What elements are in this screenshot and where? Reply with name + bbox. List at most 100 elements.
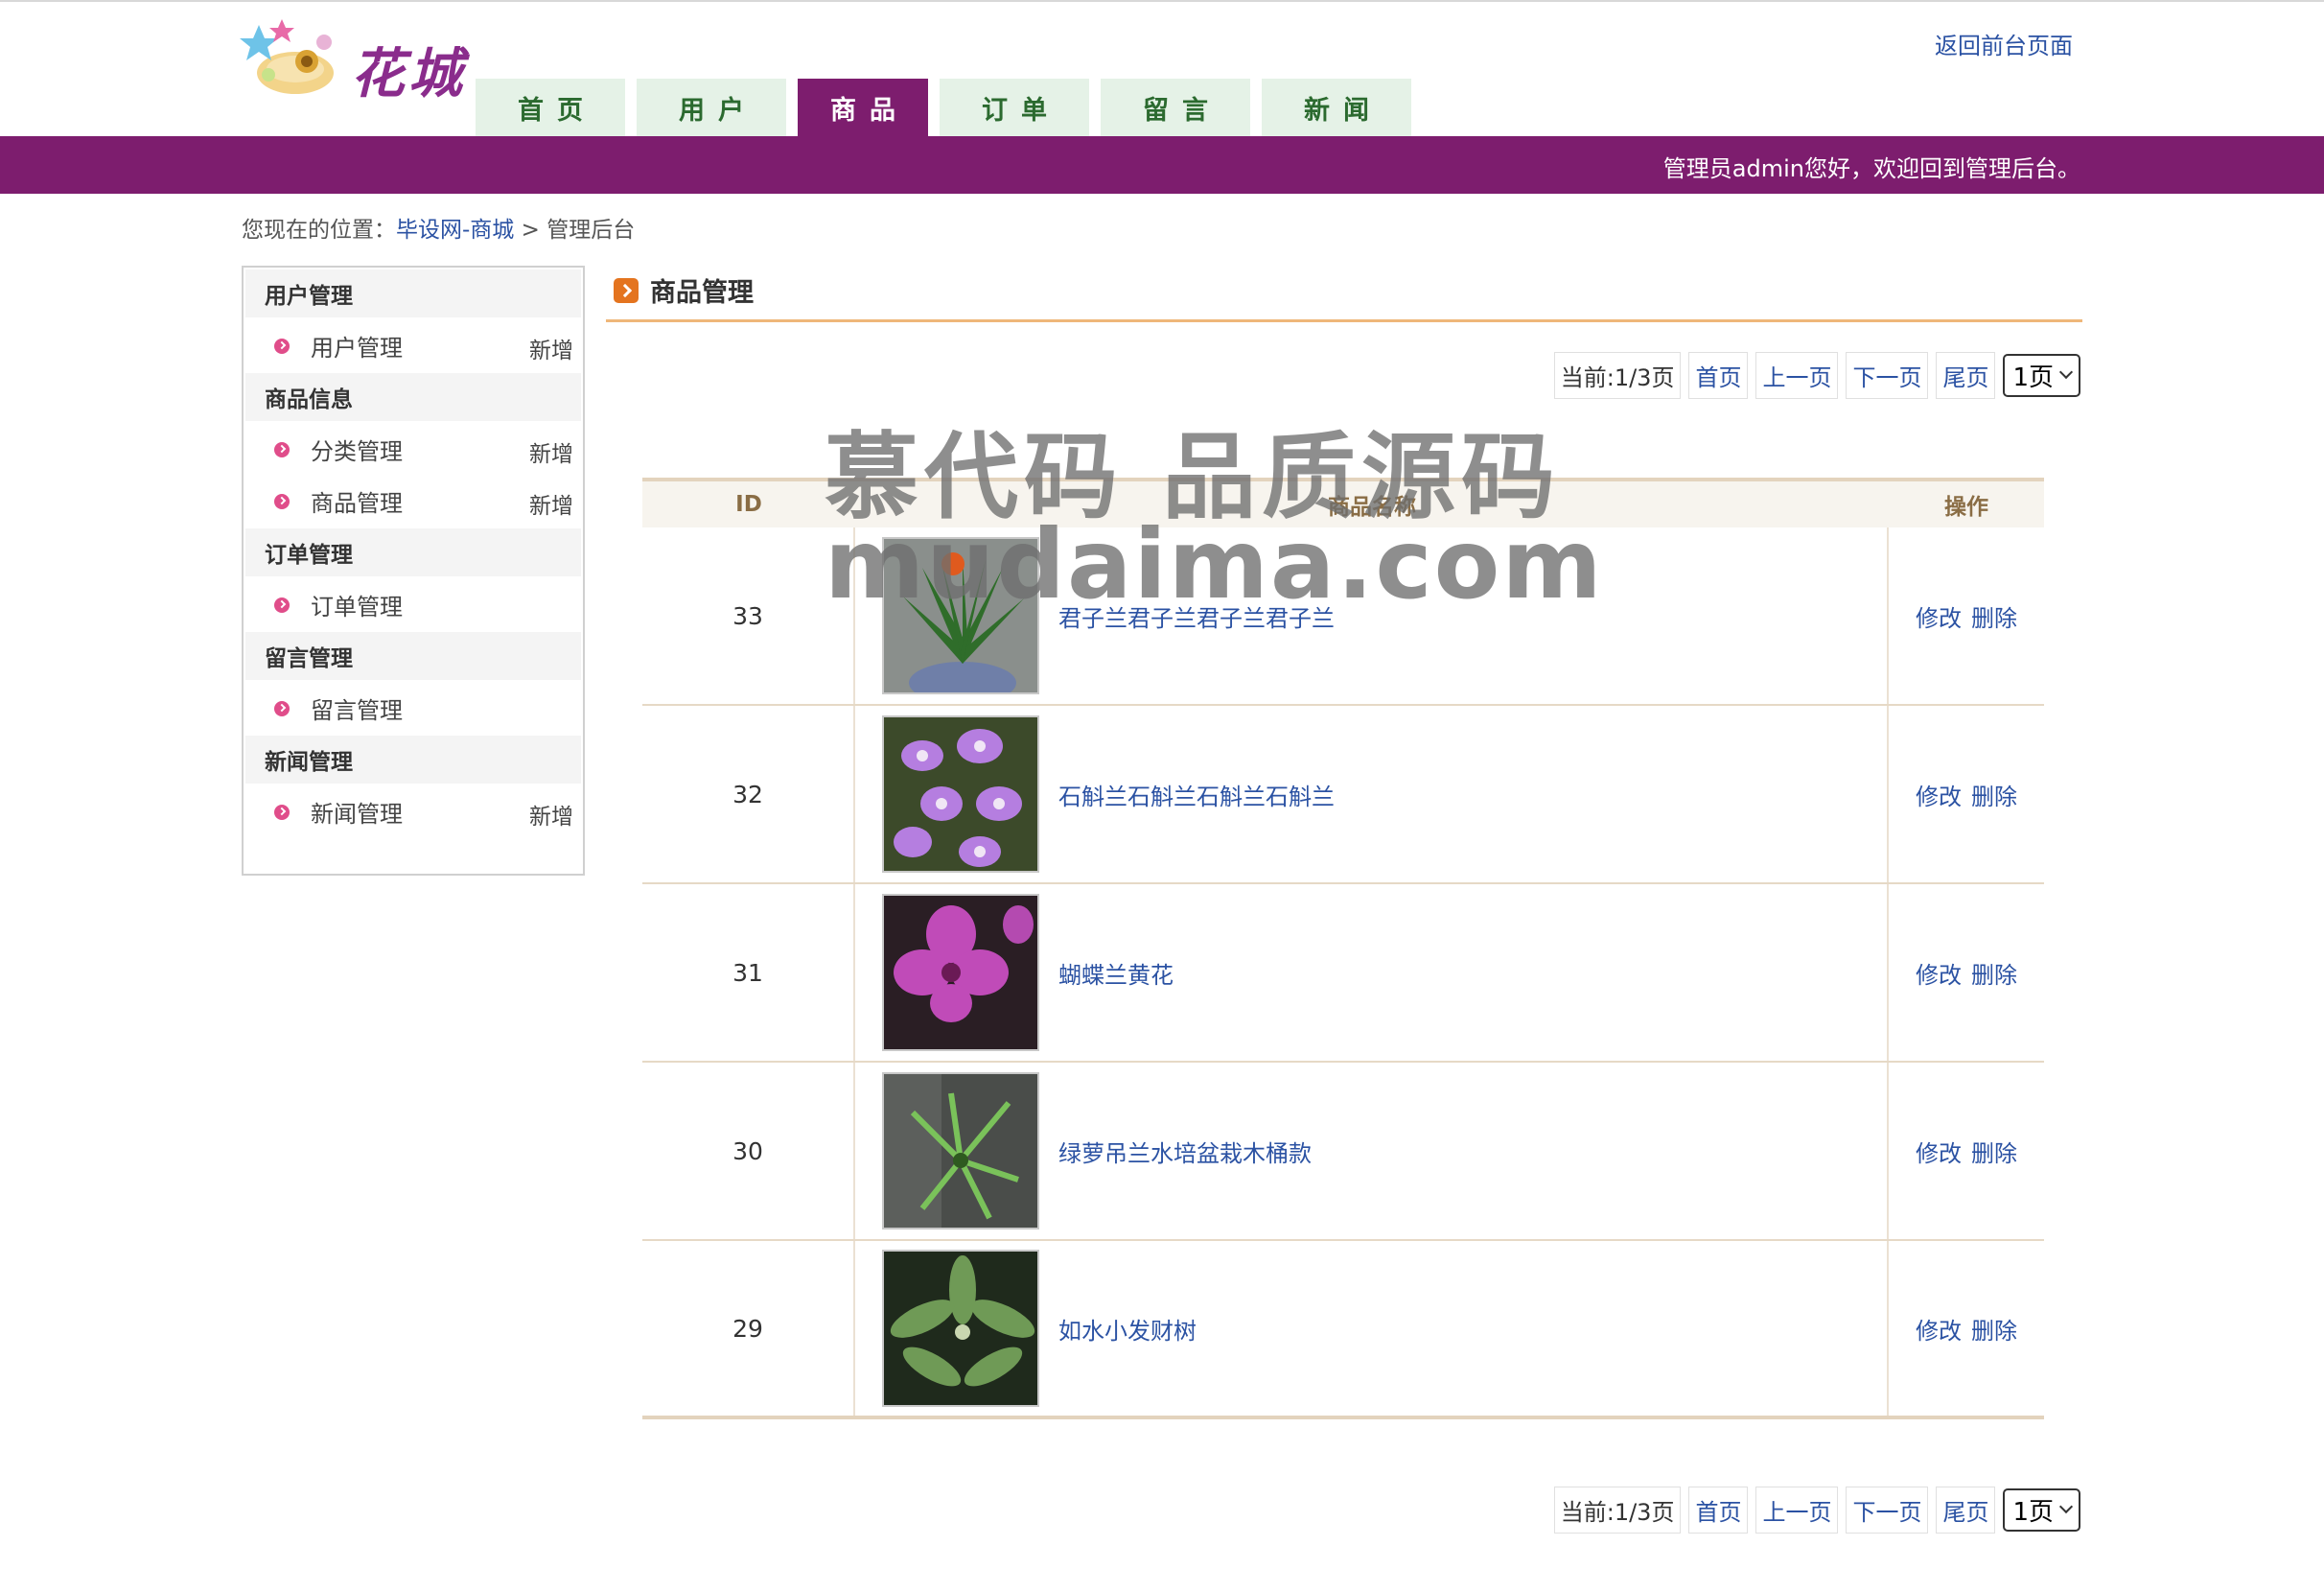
sidebar: 用户管理 用户管理 新增 商品信息 分类管理 新增 商品管理 新增 订单管理 订… xyxy=(242,266,585,876)
sidebar-item-order-management: 订单管理 xyxy=(244,578,583,630)
table-row: 33 君子兰君子兰君子兰君子兰 修改 删除 xyxy=(642,527,2044,706)
delete-link[interactable]: 删除 xyxy=(1971,778,2017,811)
site-logo[interactable]: 花城 xyxy=(240,17,470,105)
sidebar-item-category-management: 分类管理 新增 xyxy=(244,423,583,475)
sidebar-item-label[interactable]: 分类管理 xyxy=(311,433,403,466)
nav-tab-news[interactable]: 新闻 xyxy=(1262,79,1411,136)
chevron-down-icon xyxy=(2058,364,2074,380)
sidebar-item-label[interactable]: 商品管理 xyxy=(311,484,403,518)
delete-link[interactable]: 删除 xyxy=(1971,956,2017,990)
pager-current: 当前:1/3页 xyxy=(1553,1486,1682,1534)
breadcrumb-site-link[interactable]: 毕设网-商城 xyxy=(396,218,514,243)
chevron-down-icon xyxy=(2058,1499,2074,1514)
row-product: 石斛兰石斛兰石斛兰石斛兰 xyxy=(855,706,1889,882)
page-select-value: 1页 xyxy=(2012,1497,2054,1527)
sidebar-item-label[interactable]: 新闻管理 xyxy=(311,795,403,829)
nav-tab-products[interactable]: 商品 xyxy=(798,79,928,136)
title-divider xyxy=(606,319,2082,322)
table-row: 29 如水小发财树 修改 删除 xyxy=(642,1241,2044,1419)
pager-prev-link[interactable]: 上一页 xyxy=(1755,1486,1839,1534)
row-product: 绿萝吊兰水培盆栽木桶款 xyxy=(855,1063,1889,1239)
page-select[interactable]: 1页 xyxy=(2003,353,2080,397)
column-header-id: ID xyxy=(735,492,762,517)
row-id: 29 xyxy=(642,1241,855,1416)
main-nav: 首页 用户 商品 订单 留言 新闻 xyxy=(476,79,1411,136)
edit-link[interactable]: 修改 xyxy=(1916,1312,1962,1346)
row-id: 33 xyxy=(642,527,855,704)
product-name-link[interactable]: 绿萝吊兰水培盆栽木桶款 xyxy=(1058,1135,1312,1168)
sidebar-item-message-management: 留言管理 xyxy=(244,682,583,734)
bullet-arrow-icon xyxy=(274,805,290,820)
bullet-arrow-icon xyxy=(274,339,290,354)
nav-tab-orders[interactable]: 订单 xyxy=(940,79,1089,136)
sidebar-group-title: 用户管理 xyxy=(245,269,581,317)
bullet-arrow-icon xyxy=(274,597,290,613)
breadcrumb: 您现在的位置：毕设网-商城 > 管理后台 xyxy=(242,211,635,244)
row-actions: 修改 删除 xyxy=(1889,1063,2044,1239)
row-actions: 修改 删除 xyxy=(1889,1241,2044,1416)
nav-tab-messages[interactable]: 留言 xyxy=(1101,79,1250,136)
edit-link[interactable]: 修改 xyxy=(1916,1135,1962,1168)
edit-link[interactable]: 修改 xyxy=(1916,778,1962,811)
breadcrumb-prefix: 您现在的位置： xyxy=(242,218,396,243)
product-name-link[interactable]: 蝴蝶兰黄花 xyxy=(1058,956,1174,990)
product-name-link[interactable]: 石斛兰石斛兰石斛兰石斛兰 xyxy=(1058,778,1335,811)
table-row: 32 石斛兰石斛兰石斛兰石斛兰 修改 删除 xyxy=(642,706,2044,884)
pager-first-link[interactable]: 首页 xyxy=(1688,1486,1749,1534)
nav-tab-users[interactable]: 用户 xyxy=(637,79,786,136)
product-name-link[interactable]: 如水小发财树 xyxy=(1058,1312,1197,1346)
sidebar-add-link[interactable]: 新增 xyxy=(529,435,573,468)
back-to-frontend-link[interactable]: 返回前台页面 xyxy=(1935,27,2073,60)
table-row: 31 蝴蝶兰黄花 修改 删除 xyxy=(642,884,2044,1063)
sidebar-item-label[interactable]: 留言管理 xyxy=(311,691,403,725)
sidebar-add-link[interactable]: 新增 xyxy=(529,487,573,520)
table-row: 30 绿萝吊兰水培盆栽木桶款 修改 删除 xyxy=(642,1063,2044,1241)
pager-current: 当前:1/3页 xyxy=(1553,351,1682,399)
pager-last-link[interactable]: 尾页 xyxy=(1936,351,1996,399)
page-select[interactable]: 1页 xyxy=(2003,1487,2080,1532)
pager-prev-link[interactable]: 上一页 xyxy=(1755,351,1839,399)
product-thumbnail[interactable] xyxy=(882,537,1039,694)
row-actions: 修改 删除 xyxy=(1889,706,2044,882)
column-header-name: 商品名称 xyxy=(1328,495,1416,520)
sidebar-item-product-management: 商品管理 新增 xyxy=(244,475,583,527)
row-id: 30 xyxy=(642,1063,855,1239)
sidebar-add-link[interactable]: 新增 xyxy=(529,798,573,831)
pager-top: 当前:1/3页 首页 上一页 下一页 尾页 1页 xyxy=(1553,351,2080,399)
product-thumbnail[interactable] xyxy=(882,715,1039,873)
row-id: 31 xyxy=(642,884,855,1061)
pager-last-link[interactable]: 尾页 xyxy=(1936,1486,1996,1534)
row-actions: 修改 删除 xyxy=(1889,884,2044,1061)
delete-link[interactable]: 删除 xyxy=(1971,599,2017,633)
product-thumbnail[interactable] xyxy=(882,1250,1039,1407)
sidebar-item-label[interactable]: 用户管理 xyxy=(311,329,403,363)
pager-next-link[interactable]: 下一页 xyxy=(1846,351,1929,399)
pager-next-link[interactable]: 下一页 xyxy=(1846,1486,1929,1534)
sidebar-item-label[interactable]: 订单管理 xyxy=(311,588,403,621)
bullet-arrow-icon xyxy=(274,701,290,716)
edit-link[interactable]: 修改 xyxy=(1916,599,1962,633)
product-thumbnail[interactable] xyxy=(882,1072,1039,1229)
sidebar-group-title: 留言管理 xyxy=(245,632,581,680)
bullet-arrow-icon xyxy=(274,442,290,457)
sidebar-item-news-management: 新闻管理 新增 xyxy=(244,785,583,837)
sidebar-add-link[interactable]: 新增 xyxy=(529,332,573,364)
row-product: 如水小发财树 xyxy=(855,1241,1889,1416)
sidebar-group-title: 订单管理 xyxy=(245,528,581,576)
header-bar: 管理员admin您好，欢迎回到管理后台。 xyxy=(0,136,2324,194)
product-table: ID 商品名称 操作 33 君子兰君子兰君子兰君子兰 修改 删除 32 石斛兰石… xyxy=(642,478,2044,1419)
welcome-text: 管理员admin您好，欢迎回到管理后台。 xyxy=(1662,155,2080,182)
nav-tab-home[interactable]: 首页 xyxy=(476,79,625,136)
row-product: 蝴蝶兰黄花 xyxy=(855,884,1889,1061)
delete-link[interactable]: 删除 xyxy=(1971,1312,2017,1346)
edit-link[interactable]: 修改 xyxy=(1916,956,1962,990)
product-thumbnail[interactable] xyxy=(882,894,1039,1051)
logo-text: 花城 xyxy=(351,42,466,105)
sidebar-group-title: 新闻管理 xyxy=(245,736,581,784)
product-name-link[interactable]: 君子兰君子兰君子兰君子兰 xyxy=(1058,599,1335,633)
top-border xyxy=(0,0,2324,2)
pager-first-link[interactable]: 首页 xyxy=(1688,351,1749,399)
delete-link[interactable]: 删除 xyxy=(1971,1135,2017,1168)
page-title: 商品管理 xyxy=(614,271,754,309)
page-select-value: 1页 xyxy=(2012,363,2054,392)
